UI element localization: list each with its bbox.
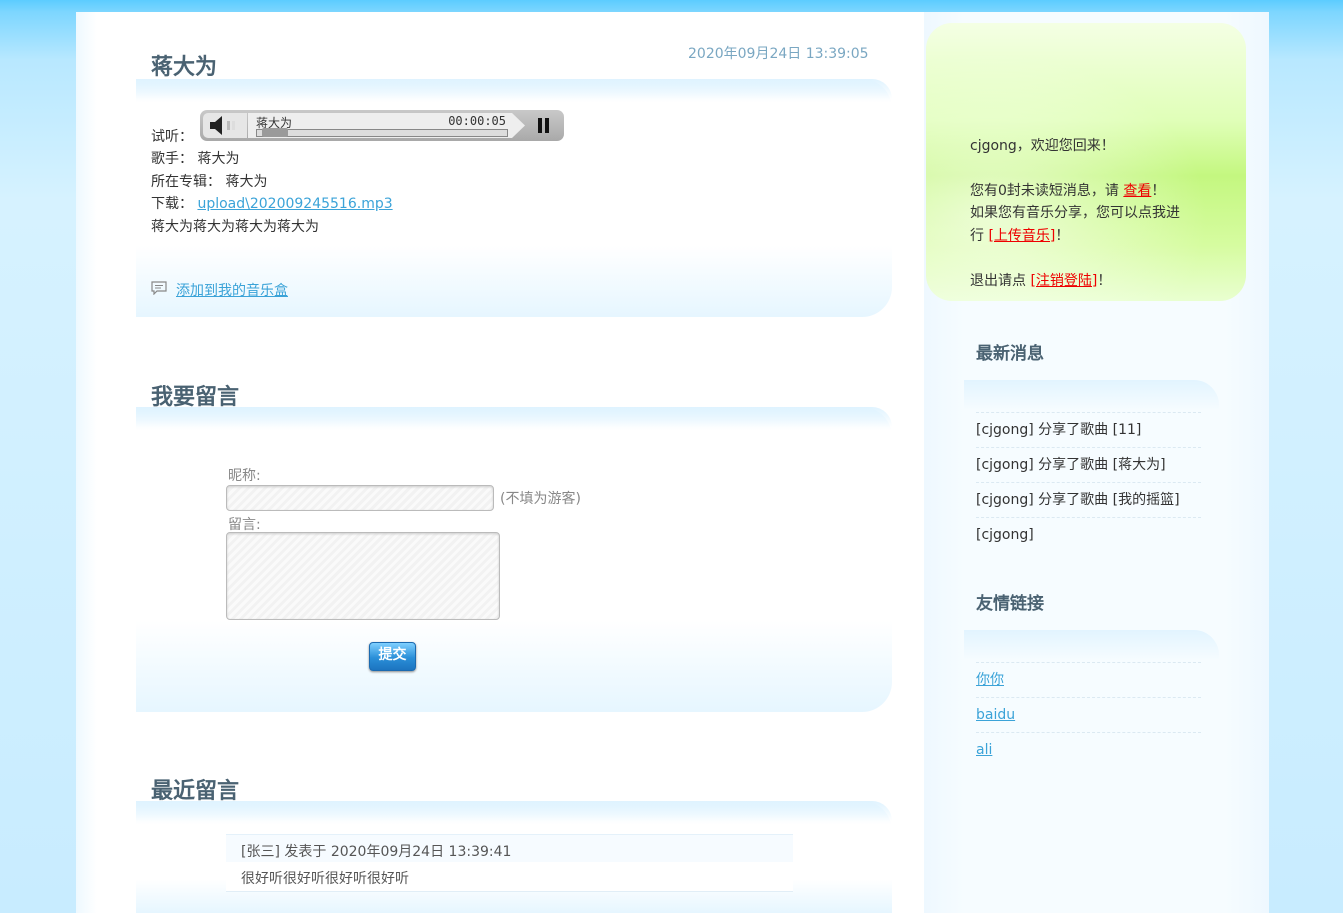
share-line-2-text: 行 [970,228,989,244]
listen-label: 试听： [151,129,193,145]
progress-handle[interactable] [262,128,289,137]
nickname-input[interactable] [226,485,494,511]
comment-icon [151,281,167,295]
friend-link[interactable]: 你你 [976,672,1004,688]
news-item[interactable]: [cjgong] 分享了歌曲 [我的摇篮] [976,482,1201,517]
upload-music-link[interactable]: [上传音乐] [988,228,1055,244]
message-textarea[interactable] [226,532,500,620]
news-box: [cjgong] 分享了歌曲 [11] [cjgong] 分享了歌曲 [蒋大为]… [964,380,1219,550]
sidebar: cjgong，欢迎您回来！ 您有0封未读短消息，请 查看！ 如果您有音乐分享，您… [924,12,1269,913]
news-item[interactable]: [cjgong] 分享了歌曲 [蒋大为] [976,447,1201,482]
player-time: 00:00:05 [448,114,506,128]
friend-link-item: ali [976,732,1201,767]
links-box: 你你 baidu ali [964,630,1219,770]
logout-text: 退出请点 [970,273,1031,289]
download-link[interactable]: upload\202009245516.mp3 [197,196,392,212]
speaker-icon [210,116,235,135]
message-label: 留言: [228,517,261,533]
comment-body: 很好听很好听很好听很好听 [226,862,793,892]
news-item[interactable]: [cjgong] 分享了歌曲 [11] [976,412,1201,447]
unread-message-line: 您有0封未读短消息，请 查看！ [970,180,1165,200]
logout-link[interactable]: [注销登陆] [1030,273,1097,289]
volume-button[interactable] [203,113,247,138]
friend-link[interactable]: ali [976,742,992,758]
pause-button[interactable] [535,115,555,136]
welcome-greeting: cjgong，欢迎您回来！ [970,138,1115,154]
add-to-music-box-link[interactable]: 添加到我的音乐盒 [176,280,288,300]
page-edge [76,12,97,913]
main-column: 蒋大为 2020年09月24日 13:39:05 试听： 蒋大为 00:00:0… [97,12,923,913]
album-label: 所在专辑： [151,174,221,190]
song-date: 2020年09月24日 13:39:05 [688,46,869,62]
submit-button[interactable]: 提交 [369,642,416,671]
download-label: 下载： [151,196,193,212]
friend-link-item: 你你 [976,662,1201,697]
share-line-1: 如果您有音乐分享，您可以点我进 [970,205,1180,221]
friend-link-item: baidu [976,697,1201,732]
progress-track[interactable] [256,129,508,137]
news-heading: 最新消息 [976,344,1044,364]
nickname-label: 昵称: [228,468,261,484]
unread-message-suffix: ！ [1151,183,1166,199]
nickname-hint: (不填为游客) [500,491,581,507]
share-suffix: ！ [1055,228,1070,244]
singer-row: 歌手： 蒋大为 [151,148,239,168]
album-row: 所在专辑： 蒋大为 [151,171,267,191]
album-value: 蒋大为 [225,174,268,190]
page-container: 蒋大为 2020年09月24日 13:39:05 试听： 蒋大为 00:00:0… [76,12,1269,913]
singer-label: 歌手： [151,151,193,167]
audio-player: 蒋大为 00:00:05 [200,110,564,141]
download-row: 下载： upload\202009245516.mp3 [151,193,393,213]
welcome-panel: cjgong，欢迎您回来！ 您有0封未读短消息，请 查看！ 如果您有音乐分享，您… [926,23,1246,301]
comment-header: [张三] 发表于 2020年09月24日 13:39:41 [226,834,793,863]
news-item[interactable]: [cjgong] [976,517,1201,552]
share-line-2: 行 [上传音乐]！ [970,225,1069,245]
logout-line: 退出请点 [注销登陆]！ [970,270,1111,290]
comment-text: 很好听很好听很好听很好听 [241,871,409,887]
view-messages-link[interactable]: 查看 [1123,183,1151,199]
song-title: 蒋大为 [151,55,218,80]
links-heading: 友情链接 [976,594,1044,614]
logout-suffix: ！ [1097,273,1112,289]
song-detail-box: 试听： 蒋大为 00:00:05 歌手： 蒋大为 所在专辑： 蒋大为 下载： u… [136,79,892,317]
screen-arrow [512,113,525,138]
singer-value: 蒋大为 [197,151,240,167]
unread-message-text: 您有0封未读短消息，请 [970,183,1124,199]
song-description: 蒋大为蒋大为蒋大为蒋大为 [151,219,319,235]
comment-author-date: [张三] 发表于 2020年09月24日 13:39:41 [241,844,512,860]
player-screen: 蒋大为 00:00:05 [248,113,512,138]
friend-link[interactable]: baidu [976,707,1015,723]
page-root: { "song": { "title": "蒋大为", "date": "202… [0,0,1343,913]
